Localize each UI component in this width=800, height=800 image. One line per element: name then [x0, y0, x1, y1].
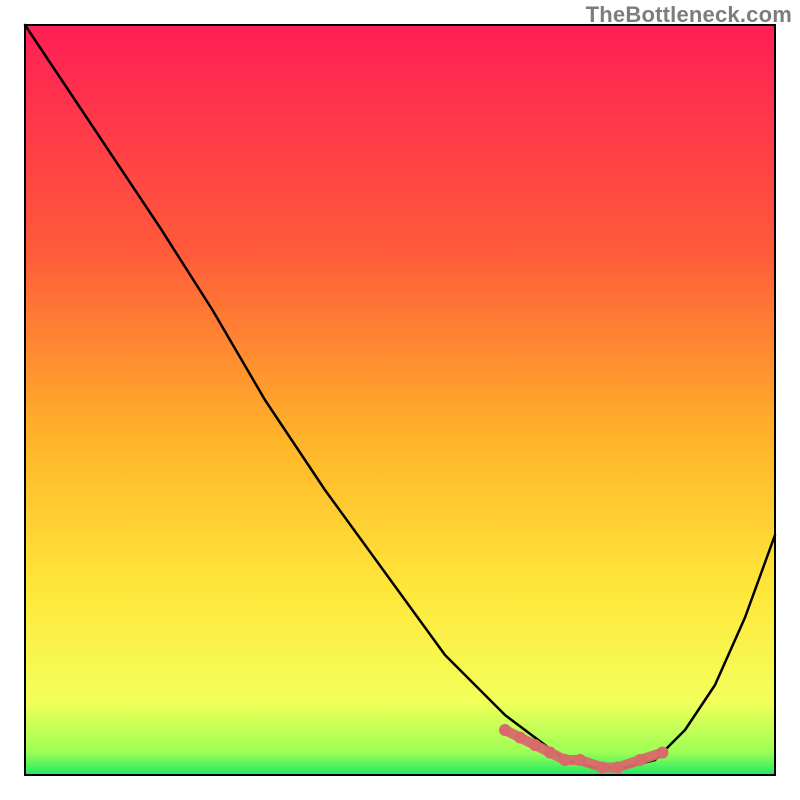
gradient-background: [25, 25, 775, 775]
chart-container: TheBottleneck.com: [0, 0, 800, 800]
chart-svg: [0, 0, 800, 800]
marker-dot: [529, 739, 541, 751]
marker-dot: [574, 754, 586, 766]
marker-dot: [559, 754, 571, 766]
marker-dot: [514, 732, 526, 744]
marker-dot: [612, 762, 624, 774]
marker-dot: [657, 747, 669, 759]
marker-dot: [499, 724, 511, 736]
watermark-text: TheBottleneck.com: [586, 2, 792, 28]
marker-dot: [544, 747, 556, 759]
marker-dot: [597, 762, 609, 774]
marker-dot: [634, 754, 646, 766]
